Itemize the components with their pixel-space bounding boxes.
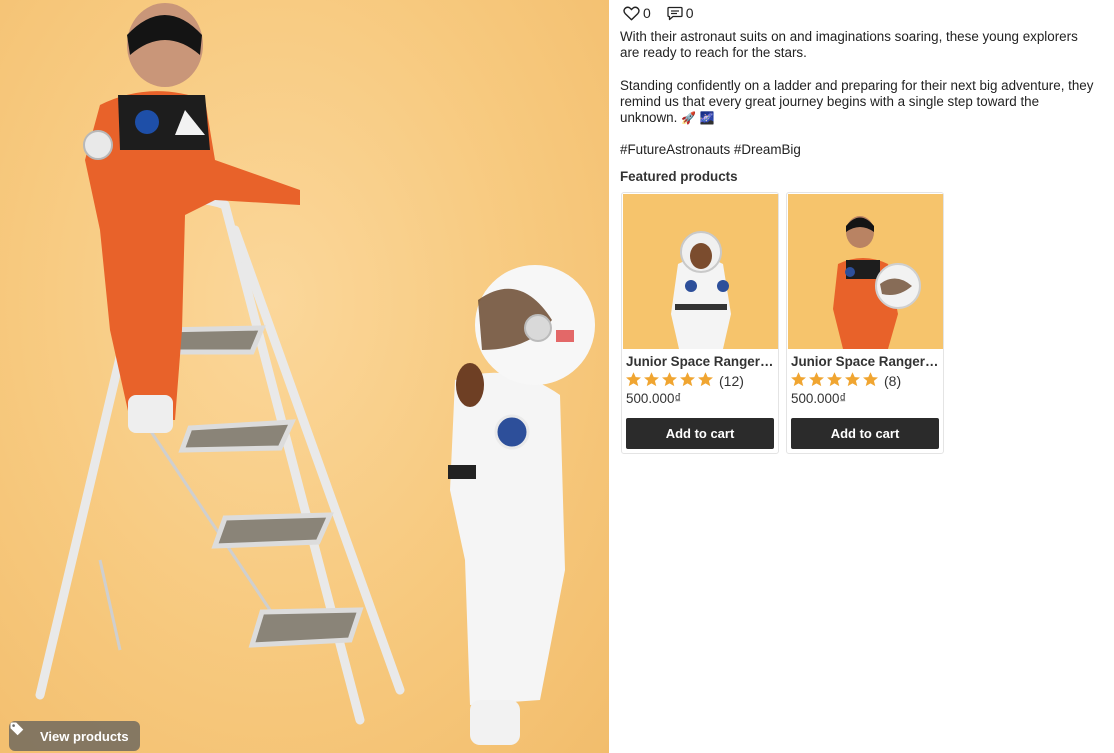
star-icon [625,371,642,391]
white-suit-child [448,265,595,745]
star-icon [643,371,660,391]
photo-illustration [35,3,595,745]
heart-icon [623,6,640,21]
star-icon [679,371,696,391]
view-products-label: View products [40,728,129,744]
star-icon [808,371,825,391]
hashtags[interactable]: #FutureAstronauts #DreamBig [620,142,1100,158]
product-price: 500.000₫ [626,391,682,406]
star-icon [862,371,879,391]
reaction-bar: 0 0 [623,5,694,21]
tag-icon [10,722,33,744]
like-count: 0 [643,5,651,21]
post-photo[interactable]: View products [0,0,609,753]
comment-count: 0 [685,5,694,21]
review-count: (8) [884,373,902,389]
product-image[interactable] [788,194,943,349]
review-count: (12) [719,373,744,389]
post-content: 0 0 With their astronaut suits on and im… [620,0,1108,753]
like-button[interactable]: 0 [623,5,651,21]
add-to-cart-button[interactable]: Add to cart [791,418,939,449]
product-card[interactable]: Junior Space Ranger Astronaut Costume (8… [786,192,944,454]
product-card[interactable]: Junior Space Ranger Astronaut Costume (1… [621,192,779,454]
product-price: 500.000₫ [791,391,847,406]
star-icon [697,371,714,391]
featured-products-title: Featured products [620,169,738,184]
caption-paragraph-2: Standing confidently on a ladder and pre… [620,78,1100,127]
rocket-galaxy-emoji: 🚀 🌌 [681,111,715,126]
product-name[interactable]: Junior Space Ranger Astronaut Costume [626,354,776,369]
product-image[interactable] [623,194,778,349]
star-icon [826,371,843,391]
post-caption: With their astronaut suits on and imagin… [620,29,1100,175]
add-to-cart-button[interactable]: Add to cart [626,418,774,449]
star-icon [661,371,678,391]
product-name[interactable]: Junior Space Ranger Astronaut Costume [791,354,941,369]
view-products-button[interactable]: View products [9,721,140,751]
product-rating: (12) [625,371,744,391]
product-rating: (8) [790,371,901,391]
comment-icon [667,6,683,21]
comment-button[interactable]: 0 [667,5,694,21]
caption-paragraph-1: With their astronaut suits on and imagin… [620,29,1078,61]
star-icon [790,371,807,391]
featured-products-list: Junior Space Ranger Astronaut Costume (1… [621,192,944,454]
star-icon [844,371,861,391]
